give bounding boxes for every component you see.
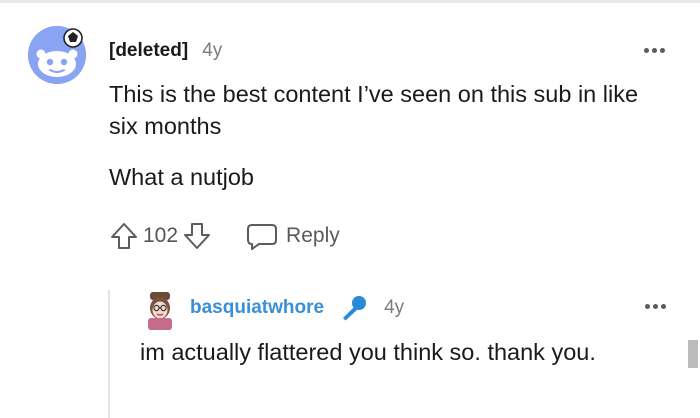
dot	[644, 303, 650, 309]
more-options-button[interactable]	[639, 38, 669, 62]
comment-timestamp[interactable]: 4y	[202, 40, 222, 62]
microphone-icon	[343, 296, 367, 321]
upvote-button[interactable]	[107, 219, 141, 253]
scrollbar-thumb[interactable]	[688, 340, 698, 368]
comment-thread: [deleted] 4y This is the best content I’…	[0, 0, 700, 418]
deleted-user-avatar[interactable]	[28, 26, 86, 84]
downvote-arrow-icon	[184, 223, 211, 249]
comment-paragraph: This is the best content I’ve seen on th…	[109, 81, 639, 139]
user-avatar-icon	[148, 292, 172, 330]
dot	[651, 47, 657, 53]
reply-label: Reply	[286, 224, 340, 247]
reply-body: im actually flattered you think so. than…	[140, 339, 596, 365]
downvote-button[interactable]	[180, 219, 214, 253]
reply-button[interactable]: Reply	[246, 221, 340, 251]
upvote-arrow-icon	[111, 223, 137, 249]
reply-timestamp[interactable]: 4y	[384, 297, 404, 319]
dot	[652, 303, 658, 309]
reply-author[interactable]: basquiatwhore	[190, 297, 324, 319]
speech-bubble-icon	[247, 224, 278, 250]
vote-score: 102	[143, 224, 179, 247]
thread-line[interactable]	[108, 290, 110, 418]
snoo-avatar-icon	[28, 26, 86, 84]
comment-paragraph: What a nutjob	[109, 164, 255, 190]
comment-actions: 102 Reply	[107, 218, 340, 254]
comment-author[interactable]: [deleted]	[109, 40, 188, 62]
comment-header: [deleted] 4y	[109, 38, 222, 64]
comment-body: This is the best content I’ve seen on th…	[109, 78, 669, 212]
more-options-button[interactable]	[640, 294, 670, 318]
dot	[659, 47, 665, 53]
basquiatwhore-avatar[interactable]	[142, 290, 178, 330]
top-divider	[0, 0, 700, 3]
dot	[660, 303, 666, 309]
dot	[643, 47, 649, 53]
reply-header: basquiatwhore 4y	[190, 294, 404, 322]
